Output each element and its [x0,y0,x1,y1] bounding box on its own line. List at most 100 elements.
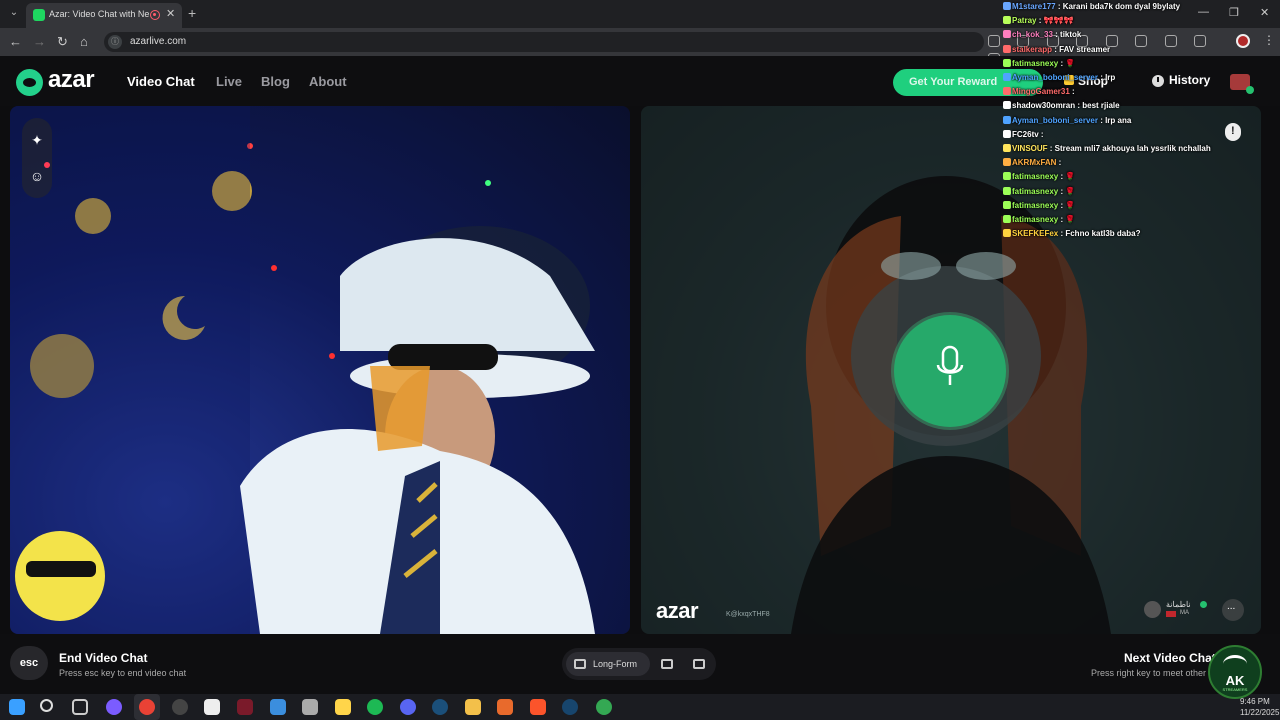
notification-dot [44,162,50,168]
chat-username: Ayman_boboni_server [1012,115,1098,125]
discord-icon[interactable] [400,699,416,715]
chat-text: best rjiale [1082,101,1120,111]
stream-chat-overlay: M1stare177 : Karani bda7k dom dyal 9byla… [1003,2,1280,248]
azar-logo-icon[interactable] [16,69,43,96]
peer-profile[interactable]: ناطمانة MA [1144,600,1216,620]
chat-message: fatimasnexy : 🌹 [1003,200,1076,210]
home-icon[interactable]: ⌂ [80,34,88,49]
chat-username: AKRMxFAN [1012,158,1057,168]
windows-start-icon[interactable] [9,699,25,715]
layout-switcher: Long-Form [562,648,716,680]
tab-search-chevron-icon[interactable]: ⌄ [6,5,22,21]
azar-watermark: azar [656,598,699,623]
nav-live[interactable]: Live [216,74,242,89]
os-taskbar: 9:46 PM 11/22/2025 [0,694,1280,720]
chat-badge-icon [1003,16,1011,25]
chat-message: fatimasnexy : 🌹 [1003,58,1075,68]
grid-layout-icon[interactable] [693,659,705,669]
app-icon[interactable] [497,699,513,715]
stacked-layout-icon[interactable] [661,659,673,669]
chat-username: Patray [1012,16,1037,26]
badge-subtitle: STREAMERS [1222,687,1248,692]
reload-icon[interactable]: ↻ [57,34,68,50]
microphone-icon [936,345,964,385]
app-icon[interactable] [237,699,253,715]
chat-text: FAV streamer [1059,44,1111,54]
reward-button-label: Get Your Reward [909,76,998,88]
app-icon[interactable] [302,699,318,715]
chat-badge-icon [1003,215,1011,223]
task-view-icon[interactable] [72,699,88,715]
face-filter-icon[interactable]: ☺ [29,168,45,184]
spotify-icon[interactable] [367,699,383,715]
chat-message: Ayman_boboni_server : lrp ana [1003,115,1132,125]
layout-long-form-label: Long-Form [593,659,638,669]
steam-icon[interactable] [432,699,448,715]
steam-icon[interactable] [562,699,578,715]
chat-text: Fchno katl3b daba? [1065,229,1141,239]
peer-avatar [1144,601,1161,618]
chrome-icon[interactable] [139,699,155,715]
chat-username: fatimasnexy [1012,58,1059,68]
microphone-button[interactable] [894,315,1006,427]
nav-blog[interactable]: Blog [261,74,290,89]
obs-icon[interactable] [172,699,188,715]
notes-icon[interactable] [335,699,351,715]
session-id: K@kxqxTHF8 [726,611,770,618]
back-arrow-icon[interactable]: ← [9,34,22,49]
file-explorer-icon[interactable] [465,699,481,715]
nav-about[interactable]: About [309,74,347,89]
extension-icon[interactable] [988,35,1000,47]
peer-country: MA [1180,610,1189,616]
chat-text: Stream mli7 akhouya lah yssrlik nchallah [1054,144,1211,153]
search-icon[interactable] [40,699,53,712]
chrome-icon[interactable] [596,699,612,715]
chat-username: M1stare177 [1012,2,1056,11]
chat-text: 🌹 [1065,186,1076,196]
azar-logo-text[interactable]: azar [48,66,95,94]
clock-time[interactable]: 9:46 PM [1240,697,1270,706]
sparkle-effects-icon[interactable]: ✦ [29,132,45,148]
chat-text: 🌹 [1065,200,1076,210]
chat-badge-icon [1003,129,1011,138]
chat-username: fatimasnexy [1012,200,1059,210]
layout-long-form-button[interactable]: Long-Form [566,652,650,676]
end-chat-button[interactable]: esc [10,646,48,680]
nav-video-chat[interactable]: Video Chat [127,74,195,89]
chat-message: shadow30omran : best rjiale [1003,101,1120,110]
tab-title: Azar: Video Chat with New [49,9,149,19]
app-icon[interactable] [270,699,286,715]
chat-text: 🌹 [1065,172,1076,182]
chat-badge-icon [1003,172,1011,181]
chat-text: 🎀🎀🎀 [1043,16,1074,26]
chat-badge-icon [1003,58,1011,67]
chat-username: shadow30omran [1012,101,1076,111]
chat-badge-icon [1003,2,1011,10]
local-video-feed: ✦ ☺ [10,106,630,634]
gamepad-icon[interactable] [204,699,220,715]
chat-message: FC26tv : [1003,129,1044,139]
chat-badge-icon [1003,186,1011,195]
tab-close-icon[interactable]: ✕ [166,7,175,20]
chat-text: tiktok [1060,30,1082,40]
app-icon[interactable] [106,699,122,715]
clock-date[interactable]: 11/22/2025 [1240,708,1279,717]
site-info-icon[interactable]: ⓘ [108,35,122,49]
browser-tab-azar[interactable]: Azar: Video Chat with New ✕ [26,3,182,28]
chat-bubble-button[interactable] [1222,599,1244,621]
address-bar[interactable]: ⓘ azarlive.com [104,32,984,52]
chat-username: fatimasnexy [1012,215,1059,224]
chat-badge-icon [1003,229,1011,238]
new-tab-icon[interactable]: + [188,5,196,21]
local-video-scene [10,106,595,634]
chat-username: VINSOUF [1012,144,1048,153]
forward-arrow-icon[interactable]: → [33,34,46,49]
verified-icon [1200,601,1207,608]
chat-badge-icon [1003,73,1011,81]
chat-badge-icon [1003,87,1011,96]
chat-text: lrp ana [1105,115,1132,125]
next-chat-title[interactable]: Next Video Chat [1124,651,1216,665]
brave-icon[interactable] [530,699,546,715]
chat-username: stalkerapp [1012,44,1053,54]
chat-badge-icon [1003,144,1011,152]
